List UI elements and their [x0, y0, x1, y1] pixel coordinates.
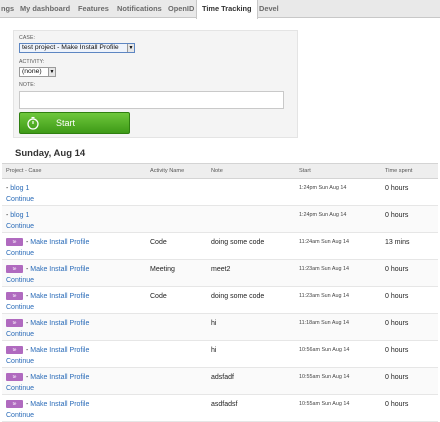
start-cell: 11:23am Sun Aug 14 [295, 286, 381, 314]
continue-link[interactable]: Continue [6, 223, 34, 230]
case-link[interactable]: blog 1 [10, 185, 29, 192]
note-cell [207, 178, 295, 206]
case-link[interactable]: Make Install Profile [30, 239, 89, 246]
tab-my-dashboard[interactable]: My dashboard [15, 0, 75, 18]
continue-link[interactable]: Continue [6, 358, 34, 365]
tab-bar: ngs My dashboard Features Notifications … [0, 0, 440, 19]
start-cell: 11:23am Sun Aug 14 [295, 259, 381, 287]
chevron-down-icon: ▼ [127, 44, 134, 52]
start-cell: 1:24pm Sun Aug 14 [295, 178, 381, 206]
table-row: te - Make Install Profile Continue asdfad… [2, 394, 438, 422]
tab-devel[interactable]: Devel [254, 0, 284, 18]
activity-cell [146, 367, 207, 395]
start-button[interactable]: Start [19, 112, 130, 134]
table-row: - blog 1 Continue 1:24pm Sun Aug 14 0 hou… [2, 205, 438, 233]
time-spent-cell: 0 hours [381, 313, 438, 341]
start-cell: 10:55am Sun Aug 14 [295, 394, 381, 422]
note-input[interactable] [19, 91, 284, 109]
chevron-down-icon: ▼ [48, 68, 55, 76]
project-tag: te [6, 346, 23, 355]
case-link[interactable]: Make Install Profile [30, 347, 89, 354]
project-tag: te [6, 319, 23, 328]
case-link[interactable]: blog 1 [10, 212, 29, 219]
project-tag: te [6, 265, 23, 274]
activity-cell [146, 205, 207, 233]
start-button-label: Start [56, 118, 76, 128]
note-cell: hi [207, 313, 295, 341]
table-row: - blog 1 Continue 1:24pm Sun Aug 14 0 hou… [2, 178, 438, 206]
activity-select-value: (none) [22, 68, 42, 75]
note-cell: asdfadsf [207, 394, 295, 422]
table-row: te - Make Install Profile Continue Meetin… [2, 259, 438, 287]
project-tag: te [6, 373, 23, 382]
start-cell: 11:18am Sun Aug 14 [295, 313, 381, 341]
time-spent-cell: 0 hours [381, 259, 438, 287]
activity-cell [146, 313, 207, 341]
activity-cell [146, 394, 207, 422]
col-activity-name: Activity Name [146, 163, 207, 179]
col-project-case: Project - Case [2, 163, 146, 179]
note-cell: doing some code [207, 286, 295, 314]
time-spent-cell: 0 hours [381, 340, 438, 368]
continue-link[interactable]: Continue [6, 412, 34, 419]
continue-link[interactable]: Continue [6, 196, 34, 203]
case-label: CASE: [19, 35, 36, 41]
table-row: te - Make Install Profile Continue Code d… [2, 286, 438, 314]
tab-features[interactable]: Features [73, 0, 114, 18]
continue-link[interactable]: Continue [6, 304, 34, 311]
note-cell: meet2 [207, 259, 295, 287]
time-spent-cell: 0 hours [381, 205, 438, 233]
time-spent-cell: 0 hours [381, 178, 438, 206]
activity-cell [146, 178, 207, 206]
start-cell: 10:56am Sun Aug 14 [295, 340, 381, 368]
col-time-spent: Time spent [381, 163, 438, 179]
note-cell: hi [207, 340, 295, 368]
activity-cell: Meeting [146, 259, 207, 287]
time-spent-cell: 0 hours [381, 394, 438, 422]
continue-link[interactable]: Continue [6, 385, 34, 392]
continue-link[interactable]: Continue [6, 331, 34, 338]
table-row: te - Make Install Profile Continue hi 11:… [2, 313, 438, 341]
start-cell: 11:24am Sun Aug 14 [295, 232, 381, 260]
activity-cell [146, 340, 207, 368]
activity-select[interactable]: (none) ▼ [19, 67, 56, 77]
note-cell [207, 205, 295, 233]
case-select-value: test project - Make Install Profile [22, 44, 119, 51]
start-cell: 1:24pm Sun Aug 14 [295, 205, 381, 233]
time-log-table: Project - Case Activity Name Note Start … [2, 163, 438, 422]
activity-label: ACTIVITY: [19, 59, 45, 65]
note-cell: adsfadf [207, 367, 295, 395]
stopwatch-icon [27, 116, 39, 130]
col-start: Start [295, 163, 381, 179]
tab-openid[interactable]: OpenID [163, 0, 199, 18]
tab-notifications[interactable]: Notifications [112, 0, 167, 18]
col-note: Note [207, 163, 295, 179]
project-tag: te [6, 292, 23, 301]
project-tag: te [6, 238, 23, 247]
start-cell: 10:55am Sun Aug 14 [295, 367, 381, 395]
activity-cell: Code [146, 286, 207, 314]
time-spent-cell: 0 hours [381, 286, 438, 314]
table-row: te - Make Install Profile Continue Code d… [2, 232, 438, 260]
note-label: NOTE: [19, 82, 36, 88]
time-spent-cell: 0 hours [381, 367, 438, 395]
case-select[interactable]: test project - Make Install Profile ▼ [19, 43, 135, 53]
table-row: te - Make Install Profile Continue adsfad… [2, 367, 438, 395]
case-link[interactable]: Make Install Profile [30, 401, 89, 408]
note-cell: doing some code [207, 232, 295, 260]
day-heading: Sunday, Aug 14 [15, 148, 86, 159]
project-tag: te [6, 400, 23, 409]
table-row: te - Make Install Profile Continue hi 10:… [2, 340, 438, 368]
time-spent-cell: 13 mins [381, 232, 438, 260]
table-header-row: Project - Case Activity Name Note Start … [2, 163, 438, 179]
case-link[interactable]: Make Install Profile [30, 266, 89, 273]
tab-time-tracking[interactable]: Time Tracking [196, 0, 258, 19]
activity-cell: Code [146, 232, 207, 260]
time-tracking-form: CASE: test project - Make Install Profil… [13, 30, 298, 138]
continue-link[interactable]: Continue [6, 277, 34, 284]
continue-link[interactable]: Continue [6, 250, 34, 257]
case-link[interactable]: Make Install Profile [30, 293, 89, 300]
case-link[interactable]: Make Install Profile [30, 320, 89, 327]
case-link[interactable]: Make Install Profile [30, 374, 89, 381]
